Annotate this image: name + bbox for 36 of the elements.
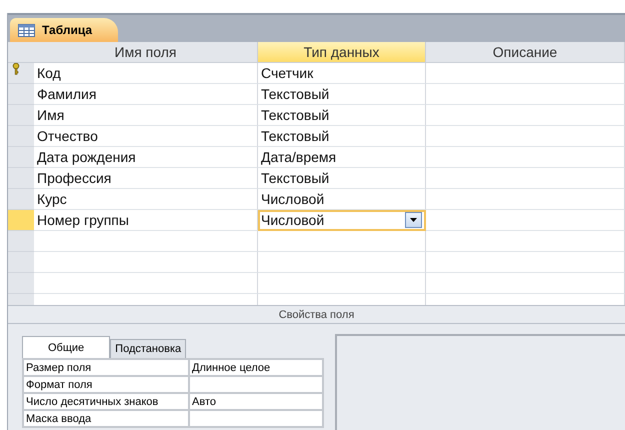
property-value[interactable] xyxy=(190,411,322,426)
property-value[interactable] xyxy=(190,377,322,392)
field-name-cell: Курс xyxy=(34,189,258,210)
field-name-cell: Фамилия xyxy=(34,84,258,105)
property-name: Число десятичных знаков xyxy=(24,394,188,409)
property-value[interactable]: Авто xyxy=(190,394,322,409)
column-header[interactable]: Имя поля xyxy=(34,42,258,63)
table-icon xyxy=(18,24,35,36)
row-selector[interactable] xyxy=(8,63,34,84)
data-type-cell: Текстовый xyxy=(258,105,426,126)
data-type-cell: Текстовый xyxy=(258,126,426,147)
field-name-cell: Код xyxy=(34,63,258,84)
data-type-cell: Дата/время xyxy=(258,147,426,168)
field-name-cell: Имя xyxy=(34,105,258,126)
data-type-cell: Числовой xyxy=(258,189,426,210)
properties-title: Свойства поля xyxy=(8,305,625,324)
column-header[interactable]: Описание xyxy=(426,42,625,63)
property-name: Размер поля xyxy=(24,360,188,375)
data-type-cell: Текстовый xyxy=(258,84,426,105)
property-value[interactable]: Длинное целое xyxy=(190,360,322,375)
field-name-cell: Профессия xyxy=(34,168,258,189)
caret-icon xyxy=(410,218,417,222)
property-tab[interactable]: Подстановка xyxy=(110,339,186,358)
field-name-cell: Дата рождения xyxy=(34,147,258,168)
document-tab[interactable]: Таблица xyxy=(10,18,118,42)
data-type-cell: Числовой xyxy=(258,210,426,231)
field-name-cell: Номер группы xyxy=(34,210,258,231)
column-header[interactable]: Тип данных xyxy=(258,42,426,63)
property-name: Маска ввода xyxy=(24,411,188,426)
property-tab[interactable]: Общие xyxy=(22,336,110,358)
data-type-cell: Текстовый xyxy=(258,168,426,189)
property-name: Формат поля xyxy=(24,377,188,392)
key-icon xyxy=(12,63,20,75)
dropdown-button[interactable] xyxy=(405,212,422,228)
field-name-cell: Отчество xyxy=(34,126,258,147)
data-type-cell: Счетчик xyxy=(258,63,426,84)
